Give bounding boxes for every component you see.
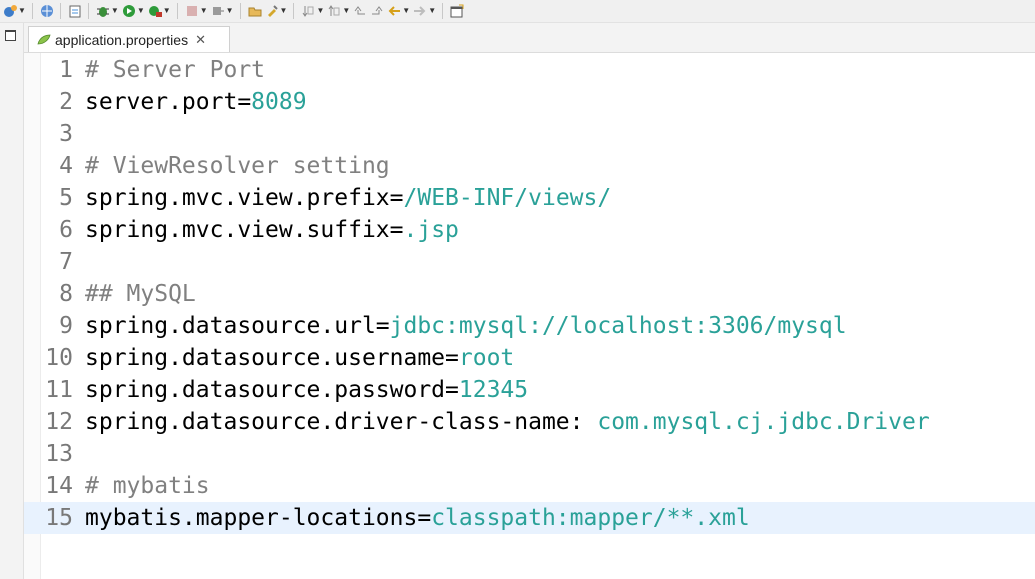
toolbar-separator <box>239 3 241 19</box>
left-trim-stack <box>0 23 24 579</box>
property-value: 8089 <box>251 89 307 115</box>
toolbar-separator <box>176 3 178 19</box>
comment-text: # mybatis <box>85 473 210 499</box>
editor-lines: 1 # Server Port 2 server.port=8089 3 4 # ViewR… <box>24 54 1035 534</box>
comment-text: # Server Port <box>85 57 266 83</box>
line-number: 1 <box>59 57 73 83</box>
globe-gear-icon[interactable]: ▼ <box>3 2 26 20</box>
code-line[interactable]: 7 <box>24 246 1035 278</box>
code-content: spring.datasource.url=jdbc:mysql://local… <box>85 310 847 342</box>
code-content: ## MySQL <box>85 278 196 310</box>
line-number: 13 <box>45 441 73 467</box>
build-icon[interactable]: ▼ <box>211 2 234 20</box>
run-icon[interactable]: ▼ <box>122 2 145 20</box>
comment-text: ## MySQL <box>85 281 196 307</box>
property-key: mybatis.mapper-locations= <box>85 505 432 531</box>
property-value: .jsp <box>403 217 459 243</box>
forward-icon[interactable] <box>370 2 384 20</box>
code-content: # Server Port <box>85 54 265 86</box>
property-value: classpath:mapper/**.xml <box>431 505 750 531</box>
editor-tab-bar: application.properties ✕ <box>24 23 1035 53</box>
eclipse-window: ▼ ▼ ▼ ▼ ▼ ▼ ▼ ▼ ▼ ▼ ▼ application.proper… <box>0 0 1035 579</box>
code-line[interactable]: 4 # ViewResolver setting <box>24 150 1035 182</box>
line-number: 3 <box>59 121 73 147</box>
code-content: server.port=8089 <box>85 86 307 118</box>
line-number: 7 <box>59 249 73 275</box>
code-line[interactable]: 14 # mybatis <box>24 470 1035 502</box>
property-key: spring.datasource.url= <box>85 313 390 339</box>
stop-icon[interactable]: ▼ <box>185 2 208 20</box>
comment-text: # ViewResolver setting <box>85 153 390 179</box>
line-number: 9 <box>59 313 73 339</box>
code-line[interactable]: 13 <box>24 438 1035 470</box>
toolbar-separator <box>31 3 33 19</box>
line-number: 4 <box>59 153 73 179</box>
code-content: mybatis.mapper-locations=classpath:mappe… <box>85 502 750 534</box>
code-content: spring.datasource.password=12345 <box>85 374 528 406</box>
globe-icon[interactable] <box>40 2 54 20</box>
code-line[interactable]: 2 server.port=8089 <box>24 86 1035 118</box>
external-tools-icon[interactable]: ▼ <box>148 2 171 20</box>
line-number: 10 <box>45 345 73 371</box>
line-number: 11 <box>45 377 73 403</box>
restore-icon[interactable] <box>5 30 16 41</box>
close-icon[interactable]: ✕ <box>195 33 206 46</box>
code-line[interactable]: 12 spring.datasource.driver-class-name: c… <box>24 406 1035 438</box>
debug-icon[interactable]: ▼ <box>96 2 119 20</box>
toolbar-separator <box>293 3 295 19</box>
line-number: 12 <box>45 409 73 435</box>
line-number: 6 <box>59 217 73 243</box>
code-line[interactable]: 9 spring.datasource.url=jdbc:mysql://loca… <box>24 310 1035 342</box>
property-value: /WEB-INF/views/ <box>403 185 612 211</box>
property-value: 12345 <box>458 377 529 403</box>
property-key: server.port= <box>85 89 252 115</box>
property-key: spring.datasource.username= <box>85 345 459 371</box>
open-folder-icon[interactable] <box>248 2 262 20</box>
pin-icon[interactable]: ▼ <box>265 2 287 20</box>
new-window-icon[interactable] <box>450 2 464 20</box>
clipboard-icon[interactable] <box>68 2 82 20</box>
property-key: spring.datasource.driver-class-name: <box>85 409 598 435</box>
back-icon[interactable] <box>353 2 367 20</box>
code-editor[interactable]: 1 # Server Port 2 server.port=8089 3 4 # ViewR… <box>24 53 1035 579</box>
code-content: spring.datasource.username=root <box>85 342 514 374</box>
line-number: 2 <box>59 89 73 115</box>
line-number: 8 <box>59 281 73 307</box>
code-line[interactable]: 10 spring.datasource.username=root <box>24 342 1035 374</box>
back-nav-icon[interactable]: ▼ <box>387 2 410 20</box>
toolbar-separator <box>442 3 444 19</box>
property-value: jdbc:mysql://localhost:3306/mysql <box>389 313 847 339</box>
property-value: com.mysql.cj.jdbc.Driver <box>597 409 930 435</box>
code-content: spring.mvc.view.prefix=/WEB-INF/views/ <box>85 182 611 214</box>
tab-application-properties[interactable]: application.properties ✕ <box>28 26 230 52</box>
code-line[interactable]: 6 spring.mvc.view.suffix=.jsp <box>24 214 1035 246</box>
previous-annotation-icon[interactable]: ▼ <box>327 2 350 20</box>
main-toolbar: ▼ ▼ ▼ ▼ ▼ ▼ ▼ ▼ ▼ ▼ ▼ <box>0 0 1035 23</box>
code-line[interactable]: 8 ## MySQL <box>24 278 1035 310</box>
code-line[interactable]: 5 spring.mvc.view.prefix=/WEB-INF/views/ <box>24 182 1035 214</box>
line-number: 15 <box>45 505 73 531</box>
properties-file-icon <box>37 34 51 44</box>
property-value: root <box>458 345 515 371</box>
property-key: spring.datasource.password= <box>85 377 459 403</box>
property-key: spring.mvc.view.prefix= <box>85 185 404 211</box>
tab-label: application.properties <box>55 31 189 48</box>
code-content: spring.mvc.view.suffix=.jsp <box>85 214 459 246</box>
toolbar-separator <box>59 3 61 19</box>
forward-nav-icon[interactable]: ▼ <box>413 2 436 20</box>
code-line[interactable]: 11 spring.datasource.password=12345 <box>24 374 1035 406</box>
current-code-line[interactable]: 15 mybatis.mapper-locations=classpath:map… <box>24 502 1035 534</box>
code-content: spring.datasource.driver-class-name: com… <box>85 406 930 438</box>
toolbar-separator <box>87 3 89 19</box>
property-key: spring.mvc.view.suffix= <box>85 217 404 243</box>
code-content: # ViewResolver setting <box>85 150 390 182</box>
line-number: 5 <box>59 185 73 211</box>
next-annotation-icon[interactable]: ▼ <box>301 2 324 20</box>
code-line[interactable]: 1 # Server Port <box>24 54 1035 86</box>
code-content: # mybatis <box>85 470 210 502</box>
line-number: 14 <box>45 473 73 499</box>
code-line[interactable]: 3 <box>24 118 1035 150</box>
